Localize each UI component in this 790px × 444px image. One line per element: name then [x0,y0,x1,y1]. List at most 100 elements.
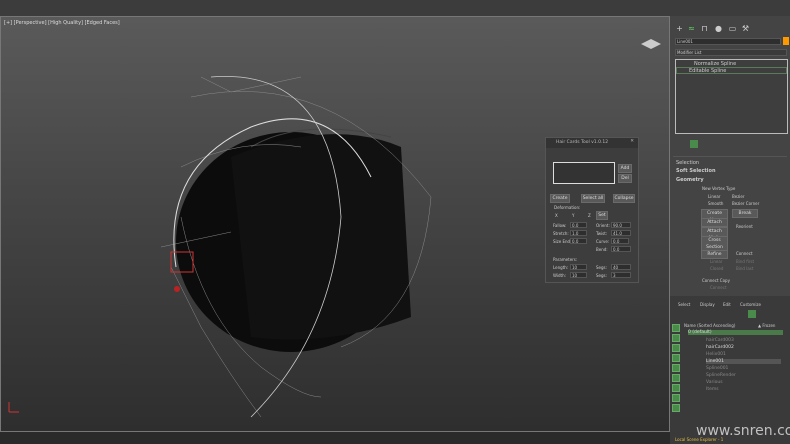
object-name-field[interactable]: Line001 [675,38,781,45]
top-toolbar [0,0,790,16]
connect-copy-label: Connect Copy [702,278,730,283]
tree-item-selected[interactable]: Line001 [706,359,781,364]
fallow-label: Fallow: [553,223,567,228]
watermark: www.snren.com [696,423,790,439]
deformation-label: Deformation: [554,205,581,210]
tree-item[interactable]: SplineRender [706,373,736,378]
cards-list[interactable] [553,162,615,184]
layer-default[interactable]: 0 (default) [688,330,783,335]
rollout-soft-selection[interactable]: Soft Selection [676,168,716,174]
divider [673,156,787,157]
display-spacewarps-icon[interactable] [672,394,680,402]
rollout-selection[interactable]: Selection [676,160,699,166]
stretch-label: Stretch: [553,231,569,236]
display-shapes-icon[interactable] [672,354,680,362]
orient-label: Orient: [596,223,610,228]
twist-field[interactable]: 41.0 [611,230,631,236]
display-bones-icon[interactable] [672,404,680,412]
connect-copy-checkbox[interactable]: Connect [710,285,727,290]
modifier-stack: Normalize Spline Editable Spline [675,59,788,134]
column-frozen[interactable]: ▲ Frozen [758,323,775,328]
close-icon[interactable]: ✕ [630,139,634,144]
segs2-field[interactable]: 3 [611,272,631,278]
rollout-geometry[interactable]: Geometry [676,177,704,183]
display-geometry-icon[interactable] [672,344,680,352]
stretch-field[interactable]: 1.0 [570,230,587,236]
size-end-label: Size End: [553,239,572,244]
select-all-button[interactable]: Select all [581,194,605,203]
bind-last-checkbox[interactable]: Bind last [736,266,753,271]
menu-display[interactable]: Display [700,302,715,307]
tree-item[interactable]: Spline001 [706,366,728,371]
menu-customize[interactable]: Customize [740,302,761,307]
modifier-editable-spline[interactable]: Editable Spline [676,67,787,74]
width-label: Width: [553,273,566,278]
orient-field[interactable]: 90.0 [611,222,631,228]
create-button[interactable]: Create [550,194,570,203]
bind-first-checkbox[interactable]: Bind first [736,259,754,264]
collapse-button[interactable]: Collapse [613,194,635,203]
display-helpers-icon[interactable] [672,384,680,392]
new-vertex-type-label: New Vertex Type [702,186,736,191]
segs-field[interactable]: 40 [611,264,631,270]
curve-label: Curve: [596,239,610,244]
tree-item[interactable]: hairCard002 [706,345,734,350]
segs-label: Segs: [596,265,607,270]
command-panel: + ≈ ⊓ ● ▭ ⚒ Line001 Modifier List Normal… [670,16,790,444]
bend-label: Bend: [596,247,608,252]
show-end-result-icon[interactable] [690,140,698,148]
attach-button[interactable]: Attach [701,218,728,227]
size-end-field[interactable]: 0.0 [570,238,587,244]
scene-explorer: Select Display Edit Customize Name (Sort… [670,296,790,444]
hierarchy-icon[interactable]: ⊓ [700,24,709,33]
axis-y-radio[interactable]: Y [572,213,574,218]
closed-checkbox[interactable]: Closed [710,266,723,271]
display-cameras-icon[interactable] [672,374,680,382]
display-none-icon[interactable] [672,324,680,332]
parameters-label: Parameters: [553,257,578,262]
utilities-icon[interactable]: ⚒ [741,24,750,33]
bend-field[interactable]: 0.0 [611,246,631,252]
tree-item[interactable]: Helix001 [706,352,726,357]
tree-item[interactable]: hairCard003 [706,338,734,343]
column-name[interactable]: Name (Sorted Ascending) [684,323,735,328]
motion-icon[interactable]: ● [714,24,723,33]
object-color-swatch[interactable] [783,37,789,45]
display-icon[interactable]: ▭ [728,24,737,33]
length-field[interactable]: 10 [570,264,587,270]
modify-icon[interactable]: ≈ [687,24,696,33]
tree-item[interactable]: Various [706,380,723,385]
width-field[interactable]: 10 [570,272,587,278]
connect-checkbox[interactable]: Connect [736,251,753,256]
twist-label: Twist: [596,231,608,236]
create-icon[interactable]: + [675,24,684,33]
del-button[interactable]: Del [618,174,632,183]
curve-field[interactable]: 0.0 [611,238,629,244]
modifier-list-dropdown[interactable]: Modifier List [675,49,787,56]
modifier-normalize-spline[interactable]: Normalize Spline [676,60,787,67]
axis-x-radio[interactable]: X [555,213,558,218]
menu-edit[interactable]: Edit [723,302,731,307]
smooth-radio[interactable]: Smooth [708,201,723,206]
add-button[interactable]: Add [618,164,632,173]
bezier-corner-radio[interactable]: Bezier Corner [732,201,759,206]
set-button[interactable]: Set [596,211,608,220]
hair-cards-dialog: Hair Cards Tool v1.0.12 ✕ Add Del Create … [545,137,639,283]
dialog-title-text: Hair Cards Tool v1.0.12 [556,140,609,145]
refine-button[interactable]: Refine [701,250,728,259]
linear-checkbox[interactable]: Linear [710,259,722,264]
display-all-icon[interactable] [672,334,680,342]
axis-z-radio[interactable]: Z [588,213,591,218]
status-bar [0,432,670,444]
break-button[interactable]: Break [732,209,758,218]
reorient-checkbox[interactable]: Reorient [736,224,753,229]
segs2-label: Segs: [596,273,607,278]
linear-radio[interactable]: Linear [708,194,720,199]
display-lights-icon[interactable] [672,364,680,372]
bezier-radio[interactable]: Bezier [732,194,745,199]
menu-select[interactable]: Select [678,302,690,307]
fallow-field[interactable]: 0.0 [570,222,587,228]
length-label: Length: [553,265,569,270]
filter-icon[interactable] [748,310,756,318]
tree-item[interactable]: Items [706,387,719,392]
